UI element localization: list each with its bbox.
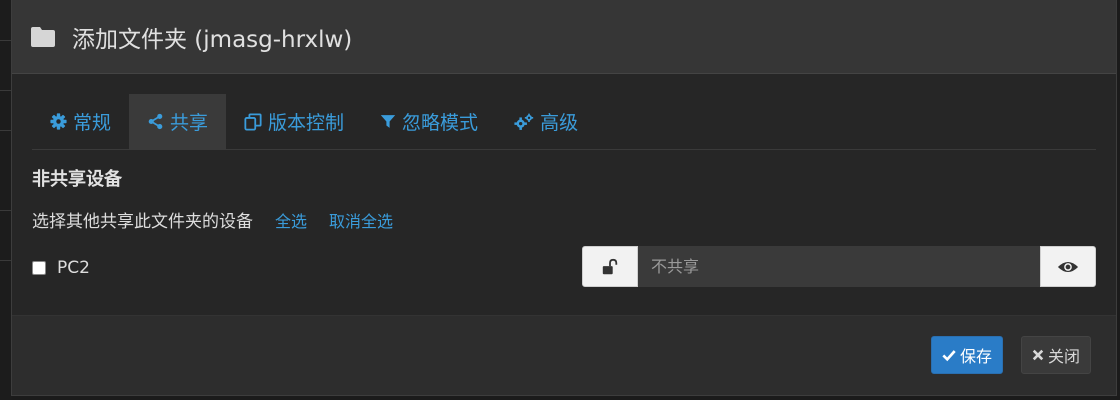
tab-advanced[interactable]: 高级 [496,94,596,149]
filter-icon [380,115,396,128]
tab-general[interactable]: 常规 [32,94,129,149]
tab-general-label: 常规 [73,112,112,134]
share-icon [148,113,163,130]
tab-bar: 常规 共享 版本控制 忽略模式 高级 [32,94,1096,150]
eye-icon [1057,261,1079,272]
encryption-password-input[interactable] [638,246,1040,287]
unlock-icon [602,258,618,274]
close-icon [1032,349,1044,361]
modal-footer: 保存 关闭 [12,315,1116,395]
folder-icon [30,26,56,48]
copy-icon [244,112,262,131]
save-button-label: 保存 [960,347,993,366]
share-description: 选择其他共享此文件夹的设备 [32,212,253,232]
tab-ignore-patterns[interactable]: 忽略模式 [362,94,496,149]
device-name[interactable]: PC2 [57,258,90,278]
tab-versioning-label: 版本控制 [268,112,345,134]
add-folder-modal: 添加文件夹 (jmasg-hrxlw) 常规 共享 版本控制 忽略模式 高级 非… [11,0,1117,396]
device-checkbox[interactable] [32,261,46,275]
tab-sharing[interactable]: 共享 [129,94,227,149]
close-button[interactable]: 关闭 [1021,336,1092,374]
share-description-row: 选择其他共享此文件夹的设备 全选 取消全选 [32,207,393,233]
device-row: PC2 [32,258,90,278]
tab-versioning[interactable]: 版本控制 [226,94,362,149]
tab-ignore-patterns-label: 忽略模式 [402,112,479,134]
tab-sharing-label: 共享 [170,112,209,134]
tab-advanced-label: 高级 [540,112,579,134]
unlock-button[interactable] [582,246,638,287]
deselect-all-link[interactable]: 取消全选 [329,208,393,232]
check-icon [942,350,956,362]
show-password-button[interactable] [1040,246,1096,287]
modal-header: 添加文件夹 (jmasg-hrxlw) [12,0,1116,74]
unshared-devices-heading: 非共享设备 [32,169,122,190]
gears-icon [514,113,534,130]
gear-icon [50,113,67,130]
select-all-link[interactable]: 全选 [275,208,307,232]
encryption-password-group [582,246,1096,287]
modal-title: 添加文件夹 (jmasg-hrxlw) [72,26,353,53]
save-button[interactable]: 保存 [931,336,1004,374]
close-button-label: 关闭 [1048,347,1081,366]
